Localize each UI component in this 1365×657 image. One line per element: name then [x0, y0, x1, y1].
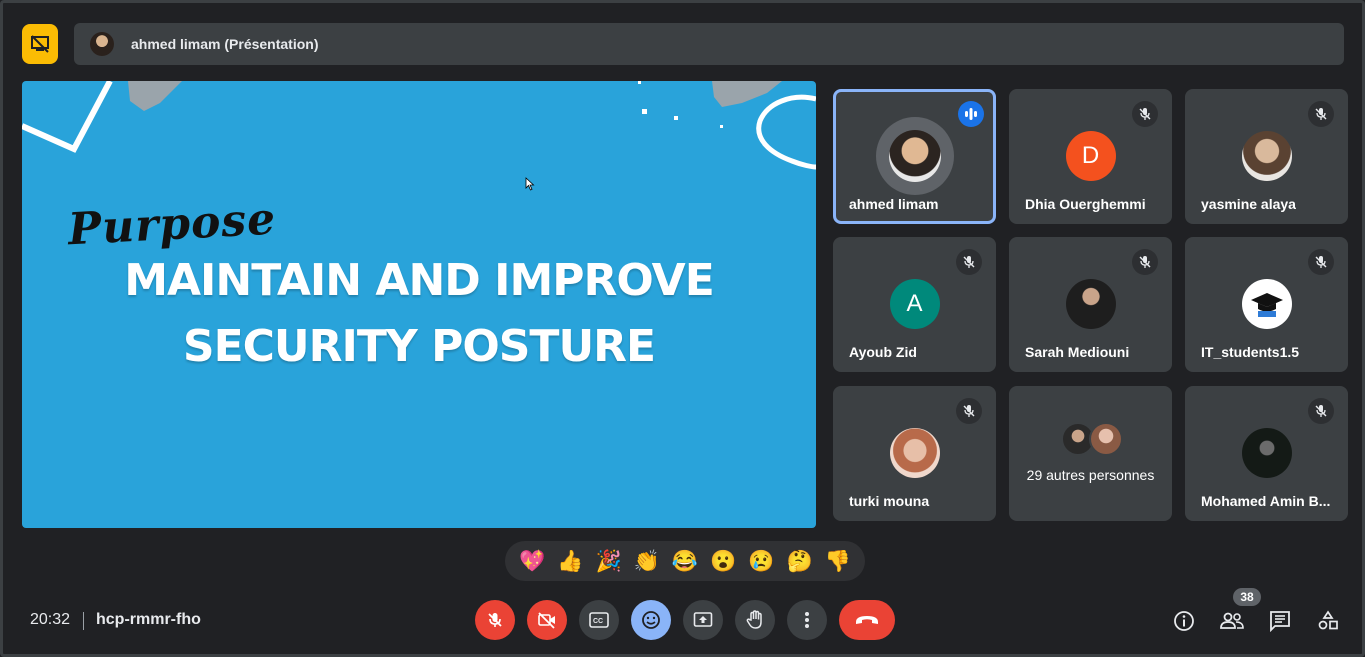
raise-hand-icon — [746, 610, 762, 629]
reactions-button[interactable] — [631, 600, 671, 640]
avatar — [1088, 422, 1123, 456]
divider — [83, 612, 84, 630]
avatar: A — [889, 279, 940, 329]
avatar — [1241, 428, 1292, 478]
svg-text:CC: CC — [593, 618, 603, 625]
camera-off-icon — [538, 612, 555, 629]
participant-count-badge: 38 — [1233, 588, 1261, 606]
stop-presenting-icon — [31, 35, 49, 53]
camera-toggle-button[interactable] — [527, 600, 567, 640]
speaking-indicator-icon — [958, 101, 984, 127]
avatar — [1241, 279, 1292, 329]
hang-up-icon — [856, 616, 878, 624]
presenter-avatar — [90, 32, 114, 56]
graduation-cap-icon — [1250, 293, 1283, 317]
avatar-letter: A — [906, 290, 923, 317]
participant-tile-mohamed[interactable]: Mohamed Amin B... — [1185, 386, 1348, 521]
reactions-bar: 💖 👍 🎉 👏 😂 😮 😢 🤔 👎 — [505, 541, 865, 581]
presentation-header: ahmed limam (Présentation) — [74, 23, 1344, 65]
present-screen-icon — [693, 612, 713, 627]
participant-name: turki mouna — [849, 493, 930, 509]
people-icon — [1220, 612, 1244, 629]
meet-window: ahmed limam (Présentation) Purpose MAINT… — [0, 0, 1365, 657]
reaction-clap[interactable]: 👏 — [634, 551, 660, 572]
reaction-thumbs-up[interactable]: 👍 — [557, 551, 583, 572]
microphone-toggle-button[interactable] — [475, 600, 515, 640]
reaction-sad[interactable]: 😢 — [748, 551, 774, 572]
slide-headline-line2: SECURITY POSTURE — [182, 321, 656, 372]
participant-name: yasmine alaya — [1201, 196, 1296, 212]
participant-tile-sarah[interactable]: Sarah Mediouni — [1009, 237, 1172, 372]
reaction-heart[interactable]: 💖 — [519, 551, 545, 572]
avatar — [1241, 131, 1292, 181]
mic-off-icon — [1132, 249, 1158, 275]
activities-icon — [1318, 610, 1338, 630]
closed-captions-icon: CC — [589, 612, 609, 628]
info-icon — [1174, 611, 1194, 631]
mic-off-icon — [956, 249, 982, 275]
avatar-letter: D — [1081, 142, 1100, 169]
reaction-thumbs-down[interactable]: 👎 — [825, 551, 851, 572]
avatar — [1065, 279, 1116, 329]
presenter-title: ahmed limam (Présentation) — [131, 36, 319, 52]
mic-off-icon — [1308, 398, 1334, 424]
shared-screen[interactable]: Purpose MAINTAIN AND IMPROVE SECURITY PO… — [22, 81, 816, 528]
others-tile[interactable]: 29 autres personnes — [1009, 386, 1172, 521]
others-avatars — [1060, 422, 1125, 456]
presentation-indicator-button[interactable] — [22, 24, 58, 64]
mic-off-icon — [488, 613, 502, 627]
mic-off-icon — [1308, 101, 1334, 127]
people-button[interactable] — [1219, 608, 1245, 634]
more-vert-icon — [805, 612, 809, 628]
reaction-thinking[interactable]: 🤔 — [787, 551, 813, 572]
participant-tile-turki[interactable]: turki mouna — [833, 386, 996, 521]
chat-button[interactable] — [1267, 608, 1293, 634]
meeting-code: hcp-rmmr-fho — [96, 611, 201, 628]
reaction-party[interactable]: 🎉 — [595, 551, 621, 572]
others-count-label: 29 autres personnes — [1026, 467, 1155, 483]
reaction-surprised[interactable]: 😮 — [710, 551, 736, 572]
mic-off-icon — [1308, 249, 1334, 275]
participant-tile-it-students[interactable]: IT_students1.5 — [1185, 237, 1348, 372]
participant-name: ahmed limam — [849, 196, 939, 212]
raise-hand-button[interactable] — [735, 600, 775, 640]
meeting-details-button[interactable] — [1171, 608, 1197, 634]
participant-tile-ayoub[interactable]: A Ayoub Zid — [833, 237, 996, 372]
activities-button[interactable] — [1315, 608, 1341, 634]
avatar: D — [1065, 131, 1116, 181]
slide-headline-line1: MAINTAIN AND IMPROVE — [124, 255, 715, 306]
participant-tile-dhia[interactable]: D Dhia Ouerghemmi — [1009, 89, 1172, 224]
more-options-button[interactable] — [787, 600, 827, 640]
emoji-icon — [642, 611, 660, 629]
participant-name: Dhia Ouerghemmi — [1025, 196, 1146, 212]
leave-call-button[interactable] — [839, 600, 895, 640]
mic-off-icon — [956, 398, 982, 424]
mic-off-icon — [1132, 101, 1158, 127]
participant-tile-ahmed-limam[interactable]: ahmed limam — [833, 89, 996, 224]
captions-button[interactable]: CC — [579, 600, 619, 640]
participant-name: Sarah Mediouni — [1025, 344, 1130, 360]
participant-name: IT_students1.5 — [1201, 344, 1300, 360]
slide-script-word: Purpose — [66, 193, 278, 256]
avatar — [889, 428, 940, 478]
participant-name: Ayoub Zid — [849, 344, 917, 360]
mouse-cursor-icon — [525, 177, 535, 191]
reaction-laugh[interactable]: 😂 — [672, 551, 698, 572]
meeting-time: 20:32 — [30, 611, 71, 628]
participant-name: Mohamed Amin B... — [1201, 493, 1331, 509]
participant-tile-yasmine[interactable]: yasmine alaya — [1185, 89, 1348, 224]
chat-icon — [1270, 611, 1290, 632]
present-screen-button[interactable] — [683, 600, 723, 640]
avatar — [875, 117, 954, 195]
